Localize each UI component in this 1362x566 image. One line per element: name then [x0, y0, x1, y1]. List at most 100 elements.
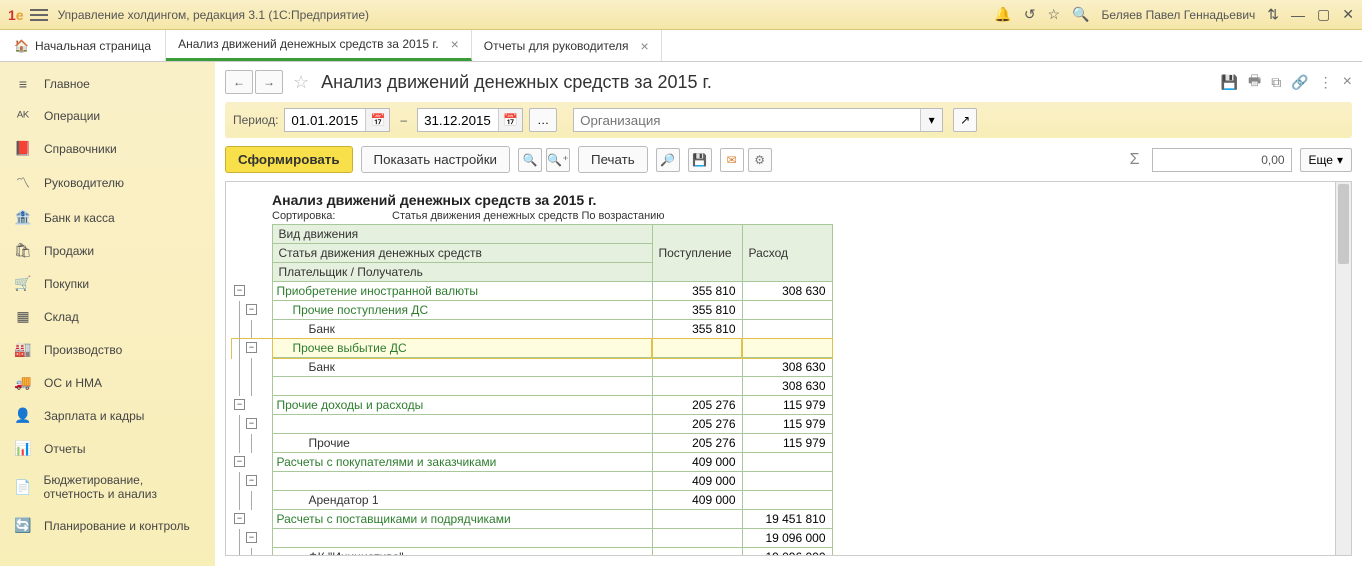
- link-icon[interactable]: 🔗: [1291, 74, 1308, 91]
- nav-label: Зарплата и кадры: [44, 409, 144, 423]
- filter-icon[interactable]: ⇅: [1267, 6, 1279, 23]
- cart-icon: 🛒: [14, 275, 32, 292]
- org-input[interactable]: [574, 109, 920, 131]
- collapse-icon[interactable]: −: [246, 532, 257, 543]
- chevron-down-icon[interactable]: ▾: [920, 109, 942, 131]
- app-title: Управление холдингом, редакция 3.1 (1С:П…: [58, 8, 995, 22]
- scrollbar[interactable]: [1335, 182, 1351, 555]
- nav-budget[interactable]: 📄Бюджетирование, отчетность и анализ: [0, 465, 215, 509]
- nav-planning[interactable]: 🔄Планирование и контроль: [0, 509, 215, 542]
- scroll-thumb[interactable]: [1338, 184, 1349, 264]
- nav-reports[interactable]: 📊Отчеты: [0, 432, 215, 465]
- nav-purchases[interactable]: 🛒 Покупки: [0, 267, 215, 300]
- person-icon: 👤: [14, 407, 32, 424]
- cell-out: 115 979: [742, 434, 832, 453]
- org-select[interactable]: ▾: [573, 108, 943, 132]
- table-row[interactable]: −Прочие доходы и расходы205 276115 979: [232, 396, 832, 415]
- mail-icon[interactable]: ✉: [720, 148, 744, 172]
- bell-icon[interactable]: 🔔: [994, 6, 1011, 23]
- nav-directories[interactable]: 📕Справочники: [0, 132, 215, 165]
- date-to-input[interactable]: [418, 109, 498, 131]
- tab-analysis[interactable]: Анализ движений денежных средств за 2015…: [166, 30, 472, 61]
- search-icon[interactable]: 🔍: [1072, 6, 1089, 23]
- nav-assets[interactable]: 🚚ОС и НМА: [0, 366, 215, 399]
- nav-operations[interactable]: ᴬᴷОперации: [0, 100, 215, 132]
- history-icon[interactable]: ↺: [1024, 6, 1036, 23]
- table-row[interactable]: −Расчеты с поставщиками и подрядчиками19…: [232, 510, 832, 529]
- warehouse-icon: ▦: [14, 308, 32, 325]
- table-row[interactable]: Прочие205 276115 979: [232, 434, 832, 453]
- back-button[interactable]: ←: [225, 70, 253, 94]
- table-row[interactable]: −409 000: [232, 472, 832, 491]
- save-icon[interactable]: 💾: [1221, 74, 1238, 91]
- tab-close-icon[interactable]: ×: [641, 38, 649, 54]
- gear-icon[interactable]: ⚙: [748, 148, 772, 172]
- cell-name: Арендатор 1: [272, 491, 652, 510]
- home-tab[interactable]: 🏠 Начальная страница: [0, 30, 166, 61]
- org-open-button[interactable]: ↗: [953, 108, 977, 132]
- menu-icon[interactable]: [30, 9, 48, 21]
- tab-reports[interactable]: Отчеты для руководителя ×: [472, 30, 662, 61]
- nav-production[interactable]: 🏭Производство: [0, 333, 215, 366]
- nav-sales[interactable]: 🛍Продажи: [0, 234, 215, 267]
- nav-label: Покупки: [44, 277, 89, 291]
- table-row[interactable]: Арендатор 1409 000: [232, 491, 832, 510]
- period-picker-button[interactable]: …: [529, 108, 557, 132]
- close-icon[interactable]: ✕: [1342, 6, 1354, 23]
- kebab-icon[interactable]: ⋮: [1319, 74, 1333, 91]
- collapse-icon[interactable]: −: [234, 456, 245, 467]
- sigma-icon: Σ: [1130, 151, 1140, 169]
- nav-main[interactable]: ≡Главное: [0, 68, 215, 100]
- tab-close-icon[interactable]: ×: [451, 36, 459, 52]
- collapse-icon[interactable]: −: [234, 285, 245, 296]
- table-row[interactable]: −205 276115 979: [232, 415, 832, 434]
- date-from-input[interactable]: [285, 109, 365, 131]
- nav-warehouse[interactable]: ▦Склад: [0, 300, 215, 333]
- nav-bank[interactable]: 🏦Банк и касса: [0, 201, 215, 234]
- cell-out: 19 451 810: [742, 510, 832, 529]
- zoom-in-icon[interactable]: 🔍: [518, 148, 542, 172]
- table-row[interactable]: Банк355 810: [232, 320, 832, 339]
- calendar-icon[interactable]: 📅: [365, 109, 389, 131]
- favorite-icon[interactable]: ☆: [293, 72, 309, 93]
- sales-icon: 🛍: [14, 242, 32, 259]
- settings-button[interactable]: Показать настройки: [361, 146, 510, 173]
- forward-button[interactable]: →: [255, 70, 283, 94]
- table-row[interactable]: −Расчеты с покупателями и заказчиками409…: [232, 453, 832, 472]
- collapse-icon[interactable]: −: [234, 513, 245, 524]
- page-close-icon[interactable]: ×: [1343, 73, 1352, 91]
- minimize-icon[interactable]: —: [1291, 7, 1305, 23]
- date-to[interactable]: 📅: [417, 108, 523, 132]
- calendar-icon[interactable]: 📅: [498, 109, 522, 131]
- table-row[interactable]: −Прочие поступления ДС355 810: [232, 301, 832, 320]
- zoom-reset-icon[interactable]: 🔍⁺: [546, 148, 570, 172]
- table-row-selected[interactable]: −Прочее выбытие ДС: [232, 339, 832, 358]
- generate-button[interactable]: Сформировать: [225, 146, 353, 173]
- nav-label: Производство: [44, 343, 122, 357]
- collapse-icon[interactable]: −: [246, 475, 257, 486]
- nav-salary[interactable]: 👤 Зарплата и кадры: [0, 399, 215, 432]
- cell-in: [652, 339, 742, 358]
- collapse-icon[interactable]: −: [246, 304, 257, 315]
- table-row[interactable]: Банк308 630: [232, 358, 832, 377]
- copy-icon[interactable]: ⧉: [1271, 74, 1281, 91]
- table-row[interactable]: −19 096 000: [232, 529, 832, 548]
- collapse-icon[interactable]: −: [246, 418, 257, 429]
- maximize-icon[interactable]: ▢: [1317, 6, 1330, 23]
- table-row[interactable]: −Приобретение иностранной валюты355 8103…: [232, 282, 832, 301]
- table-row[interactable]: 308 630: [232, 377, 832, 396]
- nav-manager[interactable]: 〽Руководителю: [0, 165, 215, 201]
- print-button[interactable]: Печать: [578, 146, 648, 173]
- collapse-icon[interactable]: −: [234, 399, 245, 410]
- save-icon[interactable]: 💾: [688, 148, 712, 172]
- table-row[interactable]: ФК "Инициатива"19 096 000: [232, 548, 832, 557]
- cell-out: 115 979: [742, 415, 832, 434]
- print-icon[interactable]: 🖶: [1248, 70, 1261, 94]
- collapse-icon[interactable]: −: [246, 342, 257, 353]
- sort-value: Статья движения денежных средств По возр…: [392, 210, 665, 222]
- more-button[interactable]: Еще▾: [1300, 148, 1352, 172]
- preview-icon[interactable]: 🔎: [656, 148, 680, 172]
- date-from[interactable]: 📅: [284, 108, 390, 132]
- star-icon[interactable]: ☆: [1048, 6, 1061, 23]
- report-area[interactable]: Анализ движений денежных средств за 2015…: [225, 181, 1352, 556]
